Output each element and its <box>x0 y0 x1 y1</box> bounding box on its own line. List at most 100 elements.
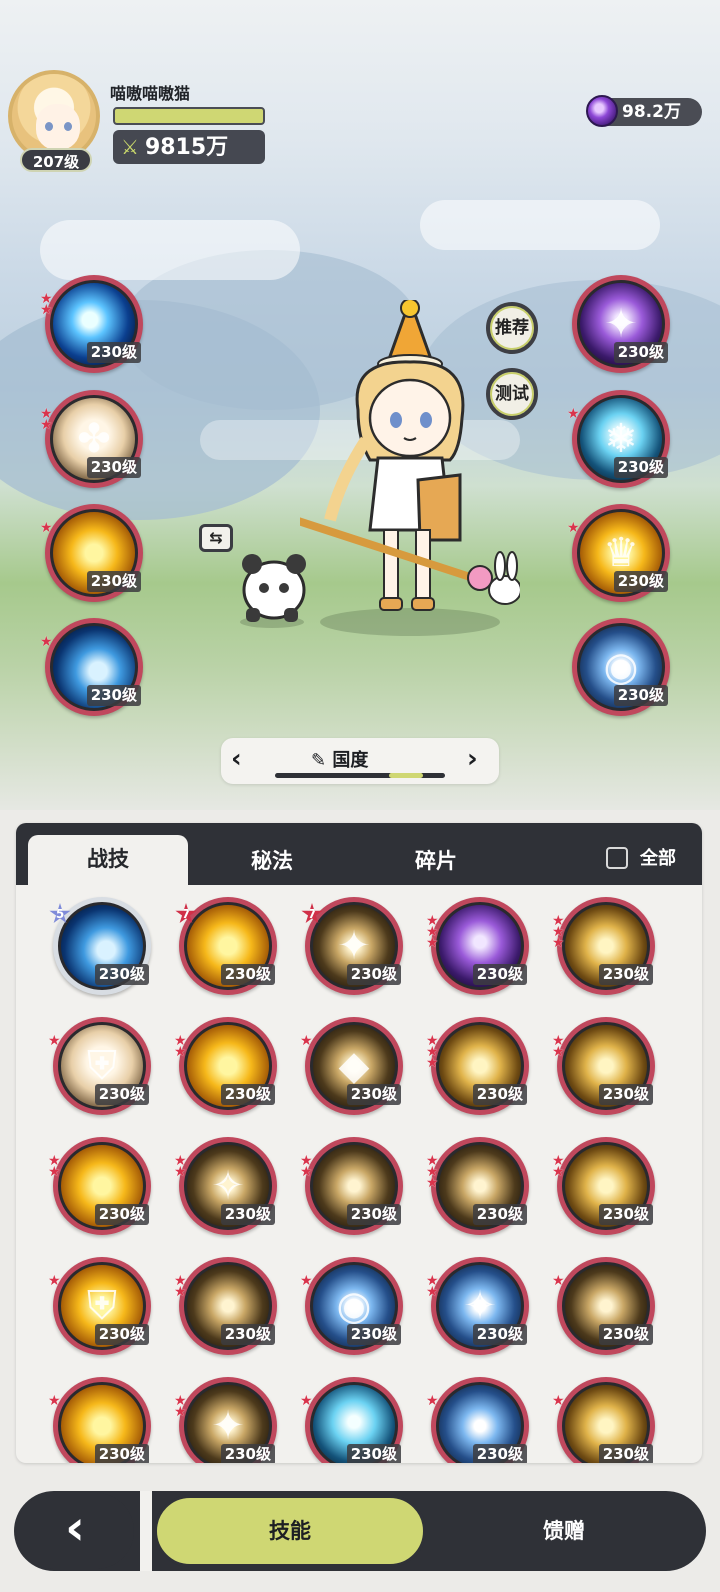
star-rating: ★ ★ <box>552 1154 568 1180</box>
skill-level-label: 230级 <box>472 1204 527 1225</box>
prev-arrow-icon[interactable]: ‹ <box>231 744 242 774</box>
star-icon: ★ <box>40 520 53 536</box>
grid_skills-skill-orb[interactable]: ✦ 230级 ★ ★ <box>174 1377 277 1463</box>
star-icon: ★ <box>552 935 565 951</box>
left_skills-skill-orb[interactable]: ✤ 230级 ★ ★ <box>40 390 143 488</box>
nav-skill-tab[interactable]: 技能 <box>154 1495 426 1567</box>
skill-level-label: 230级 <box>472 1444 527 1463</box>
star-icon: ★ <box>552 1044 565 1060</box>
player-name: 喵嗷喵嗷猫 <box>110 84 191 103</box>
star-icon: ★ <box>40 302 53 318</box>
star-rating: ★ ★ ★ <box>426 1034 442 1071</box>
skill-level-label: 230级 <box>94 1084 149 1105</box>
skill-level-label: 230级 <box>94 964 149 985</box>
star-icon: ★ <box>552 1393 565 1409</box>
star-icon: ★ <box>174 1044 187 1060</box>
swap-pet-icon[interactable]: ⇆ <box>199 524 233 552</box>
select-all-checkbox[interactable] <box>606 847 628 869</box>
grid_skills-skill-orb[interactable]: 230级 ★ ★ <box>174 1017 277 1115</box>
grid_skills-skill-orb[interactable]: ◆ 230级 ★ <box>300 1017 403 1115</box>
star-icon: ★ <box>426 1055 439 1071</box>
grid_skills-skill-orb[interactable]: 230级 ★ ★ ★ <box>426 897 529 995</box>
skill-level-label: 230级 <box>346 1204 401 1225</box>
skill-level-label: 230级 <box>86 571 141 592</box>
grid_skills-skill-orb[interactable]: 230级 ★ ★ <box>552 1017 655 1115</box>
next-arrow-icon[interactable]: › <box>467 744 478 774</box>
right_skills-skill-orb[interactable]: ✦ 230级 <box>572 275 670 373</box>
skill-grid: 230级 5 230级 7 ✦ 230级 7 230级 ★ ★ ★ 230级 ★ ★ ★ ⛨ 230级 ★ 230级… <box>16 885 702 1463</box>
skill-level-label: 230级 <box>472 964 527 985</box>
nav-gift-tab[interactable]: 馈赠 <box>444 1495 684 1567</box>
skill-level-label: 230级 <box>598 964 653 985</box>
preset-title[interactable]: ✎ 国度 <box>311 746 368 772</box>
left_skills-skill-orb[interactable]: 230级 ★ <box>40 504 143 602</box>
right_skills-skill-orb[interactable]: ♛ 230级 ★ <box>567 504 670 602</box>
skill-level-label: 230级 <box>94 1444 149 1463</box>
grid_skills-skill-orb[interactable]: 230级 ★ <box>48 1377 151 1463</box>
grid_skills-skill-orb[interactable]: ✦ 230级 7 <box>301 897 403 995</box>
skill-level-label: 230级 <box>220 1204 275 1225</box>
grid_skills-skill-orb[interactable]: 230级 ★ ★ ★ <box>426 1017 529 1115</box>
currency-display[interactable]: 98.2万 <box>586 95 702 127</box>
currency-amount: 98.2万 <box>622 102 681 122</box>
skill-level-label: 230级 <box>94 1324 149 1345</box>
star-rating: ★ ★ <box>174 1154 190 1179</box>
skill-level-label: 230级 <box>346 1444 401 1463</box>
grid_skills-skill-orb[interactable]: 230级 ★ ★ <box>552 1137 655 1235</box>
grid_skills-skill-orb[interactable]: 230级 ★ <box>426 1377 529 1463</box>
grid_skills-skill-orb[interactable]: 230级 ★ ★ ★ <box>426 1137 529 1235</box>
star-icon: ★ <box>300 1273 313 1289</box>
star-rating: ★ <box>40 635 56 649</box>
right_skills-skill-orb[interactable]: ◉ 230级 <box>572 618 670 716</box>
left_skills-skill-orb[interactable]: 230级 ★ ★ <box>40 275 143 373</box>
grid_skills-skill-orb[interactable]: 230级 ★ <box>300 1377 403 1463</box>
grid_skills-skill-orb[interactable]: ⛨ 230级 ★ <box>48 1017 151 1115</box>
skill-level-label: 230级 <box>220 1444 275 1463</box>
grid_skills-skill-orb[interactable]: 230级 ★ ★ <box>48 1137 151 1235</box>
avatar-eye-left <box>45 122 53 131</box>
grid_skills-skill-orb[interactable]: 230级 ★ <box>552 1377 655 1463</box>
back-button[interactable]: ‹ <box>16 1493 134 1569</box>
grid_skills-skill-orb[interactable]: 230级 ★ ★ ★ <box>552 897 655 995</box>
star-rating: ★ ★ <box>174 1394 190 1419</box>
star-rating: ★ <box>426 1393 442 1409</box>
grid_skills-skill-orb[interactable]: ✧ 230级 ★ ★ <box>174 1137 277 1235</box>
star-rating: ★ <box>567 407 583 421</box>
tab-combat-skills[interactable]: 战技 <box>28 835 188 885</box>
star-rating: ★ <box>40 520 56 536</box>
grid_skills-skill-orb[interactable]: 230级 ★ ★ <box>300 1137 403 1235</box>
star-icon: ★ <box>552 1164 565 1180</box>
skill-level-label: 230级 <box>86 685 141 706</box>
star-rating: ★ ★ ★ <box>426 914 442 951</box>
right_skills-skill-orb[interactable]: ❄ 230级 ★ <box>567 390 670 488</box>
skill-panel: 战技 秘法 碎片 全部 230级 5 230级 7 ✦ 230级 7 230级 ★ ★ ★ 230级 ★… <box>16 823 702 1463</box>
grid_skills-skill-orb[interactable]: 230级 5 <box>49 897 151 995</box>
grid_skills-skill-orb[interactable]: 230级 ★ ★ <box>174 1257 277 1355</box>
grid_skills-skill-orb[interactable]: ⛨ 230级 ★ <box>48 1257 151 1355</box>
grid_skills-skill-orb[interactable]: 230级 ★ <box>552 1257 655 1355</box>
skill-level-label: 230级 <box>346 964 401 985</box>
grid_skills-skill-orb[interactable]: 230级 7 <box>175 897 277 995</box>
star-icon: ★ <box>426 1393 439 1409</box>
avatar-eye-right <box>64 122 72 131</box>
star-icon: ★ <box>40 417 53 433</box>
skill-level-label: 230级 <box>613 342 668 363</box>
star-rating: ★ ★ <box>48 1154 64 1179</box>
bottom-nav: ‹ 技能 馈赠 <box>14 1491 706 1571</box>
star-icon: ★ <box>426 935 439 951</box>
grid_skills-skill-orb[interactable]: ✧ 230级 ★ ★ <box>426 1257 529 1355</box>
star-rating: ★ ★ <box>40 292 56 318</box>
tab-secret-arts[interactable]: 秘法 <box>192 837 352 885</box>
star-rating: ★ <box>300 1034 316 1048</box>
skill-level-label: 230级 <box>472 1324 527 1345</box>
left_skills-skill-orb[interactable]: 230级 ★ <box>40 618 143 716</box>
tab-fragments[interactable]: 碎片 <box>356 837 516 885</box>
star-icon: ★ <box>300 1164 313 1180</box>
skill-level-label: 230级 <box>220 964 275 985</box>
grid_skills-skill-orb[interactable]: ◉ 230级 ★ <box>300 1257 403 1355</box>
star-rating: ★ <box>48 1394 64 1408</box>
select-all-label: 全部 <box>640 848 676 869</box>
player-avatar[interactable]: 207级 <box>8 70 104 172</box>
star-rating: ★ ★ <box>426 1274 442 1299</box>
star-icon: ★ <box>300 1393 313 1409</box>
